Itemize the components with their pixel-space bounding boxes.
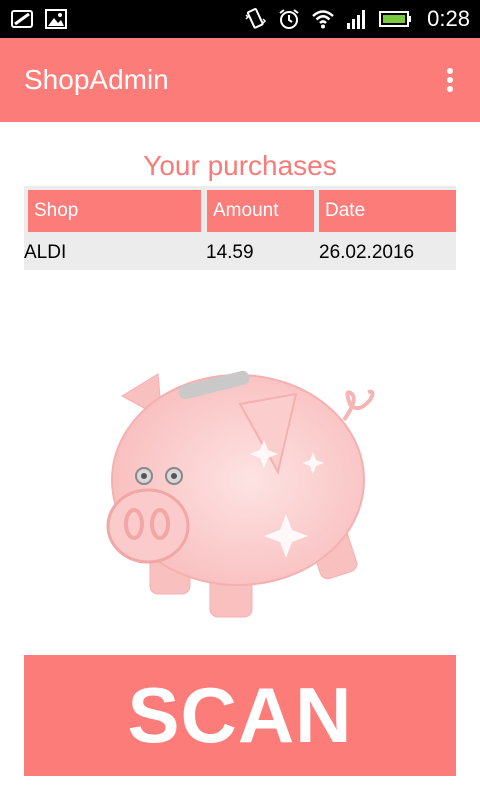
purchases-table: Shop Amount Date ALDI 14.59 26.02.2016 bbox=[24, 186, 456, 270]
cell-shop: ALDI bbox=[24, 242, 67, 263]
status-time: 0:28 bbox=[427, 6, 470, 31]
screenshot-icon bbox=[11, 10, 33, 28]
signal-icon bbox=[347, 10, 366, 29]
image-icon bbox=[45, 9, 67, 29]
vibrate-icon bbox=[245, 8, 267, 29]
column-header-date[interactable]: Date bbox=[319, 190, 456, 232]
piggy-bank-icon bbox=[106, 370, 375, 618]
table-header: Shop Amount Date bbox=[24, 186, 456, 236]
cell-amount: 14.59 bbox=[206, 242, 254, 263]
battery-icon bbox=[379, 11, 412, 27]
alarm-icon bbox=[279, 9, 299, 29]
action-bar: ShopAdmin bbox=[0, 38, 480, 122]
purchases-heading: Your purchases bbox=[143, 150, 337, 181]
wifi-icon bbox=[312, 10, 335, 29]
status-bar: 0:28 bbox=[0, 0, 480, 38]
cell-date: 26.02.2016 bbox=[319, 242, 415, 263]
app-title: ShopAdmin bbox=[24, 64, 169, 95]
table-row[interactable]: ALDI 14.59 26.02.2016 bbox=[24, 236, 456, 270]
column-header-amount[interactable]: Amount bbox=[207, 190, 314, 232]
scan-button[interactable]: SCAN bbox=[24, 655, 456, 776]
column-header-shop[interactable]: Shop bbox=[28, 190, 201, 232]
overflow-menu-icon[interactable] bbox=[438, 64, 462, 96]
